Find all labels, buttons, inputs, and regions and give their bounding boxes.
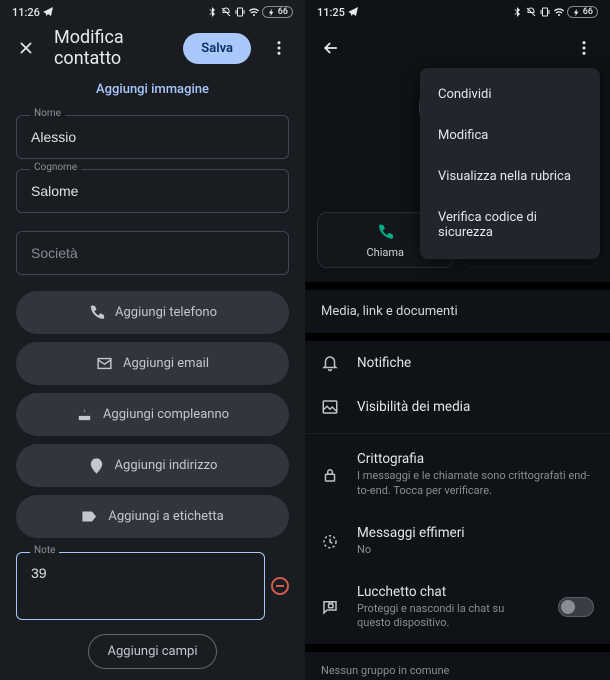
more-vert-icon (270, 39, 288, 57)
wifi-icon (248, 6, 260, 18)
statusbar: 11:26 66 (0, 0, 305, 24)
battery-indicator: 66 (262, 6, 293, 18)
bluetooth-icon (511, 6, 523, 18)
back-button[interactable] (313, 30, 349, 66)
remove-note-button[interactable] (271, 577, 289, 595)
vibrate-icon (234, 6, 246, 18)
more-button[interactable] (261, 30, 297, 66)
cake-icon (76, 406, 93, 423)
screen-contact-info: 11:25 66 Aless +39 3 Chiama (305, 0, 610, 680)
name-field[interactable]: Nome (16, 115, 289, 159)
media-section[interactable]: Media, link e documenti (305, 290, 610, 333)
phone-icon (88, 304, 105, 321)
menu-share[interactable]: Condividi (420, 74, 600, 115)
more-fields-button[interactable]: Aggiungi campi (88, 634, 216, 669)
media-visibility-item[interactable]: Visibilità dei media (305, 385, 610, 429)
vibrate-icon (539, 6, 551, 18)
add-email-button[interactable]: Aggiungi email (16, 342, 289, 385)
add-phone-button[interactable]: Aggiungi telefono (16, 291, 289, 334)
telegram-icon (347, 6, 359, 18)
mute-icon (525, 6, 537, 18)
status-time: 11:26 (12, 6, 40, 19)
timer-icon (321, 532, 339, 550)
add-birthday-button[interactable]: Aggiungi compleanno (16, 393, 289, 436)
add-address-button[interactable]: Aggiungi indirizzo (16, 444, 289, 487)
menu-edit[interactable]: Modifica (420, 115, 600, 156)
bell-icon (321, 354, 339, 372)
note-label: Note (30, 545, 59, 556)
battery-indicator: 66 (567, 6, 598, 18)
page-title: Modifica contatto (54, 27, 173, 69)
context-menu: Condividi Modifica Visualizza nella rubr… (420, 68, 600, 259)
topbar: Modifica contatto Salva (0, 24, 305, 72)
company-input[interactable] (16, 231, 289, 275)
save-button[interactable]: Salva (183, 33, 251, 64)
close-button[interactable] (8, 30, 44, 66)
menu-verify-code[interactable]: Verifica codice di sicurezza (420, 197, 600, 253)
name-label: Nome (30, 108, 65, 119)
screen-edit-contact: 11:26 66 Modifica contatto Salva Aggiung… (0, 0, 305, 680)
statusbar: 11:25 66 (305, 0, 610, 24)
name-input[interactable] (16, 115, 289, 159)
lock-icon (321, 466, 339, 484)
company-field[interactable] (16, 231, 289, 275)
label-icon (81, 508, 98, 525)
more-button[interactable] (566, 30, 602, 66)
image-icon (321, 398, 339, 416)
chatlock-toggle[interactable] (558, 597, 594, 617)
menu-view-contacts[interactable]: Visualizza nella rubrica (420, 156, 600, 197)
arrow-back-icon (321, 38, 341, 58)
disappearing-item[interactable]: Messaggi effimeri No (305, 512, 610, 571)
more-vert-icon (575, 39, 593, 57)
chatlock-icon (321, 598, 339, 616)
notifications-item[interactable]: Notifiche (305, 341, 610, 385)
chatlock-item[interactable]: Lucchetto chat Proteggi e nascondi la ch… (305, 571, 610, 645)
encryption-item[interactable]: Crittografia I messaggi e le chiamate so… (305, 438, 610, 512)
wifi-icon (553, 6, 565, 18)
phone-icon (376, 223, 394, 241)
location-icon (88, 457, 105, 474)
mute-icon (220, 6, 232, 18)
surname-input[interactable] (16, 169, 289, 213)
note-input[interactable] (16, 552, 265, 620)
add-label-button[interactable]: Aggiungi a etichetta (16, 495, 289, 538)
telegram-icon (42, 6, 54, 18)
surname-label: Cognome (30, 162, 81, 173)
bluetooth-icon (206, 6, 218, 18)
status-time: 11:25 (317, 6, 345, 19)
email-icon (96, 355, 113, 372)
no-groups-label: Nessun gruppo in comune (305, 652, 610, 680)
surname-field[interactable]: Cognome (16, 169, 289, 213)
topbar (305, 24, 610, 72)
close-icon (16, 38, 36, 58)
note-field[interactable]: Note (16, 552, 265, 620)
